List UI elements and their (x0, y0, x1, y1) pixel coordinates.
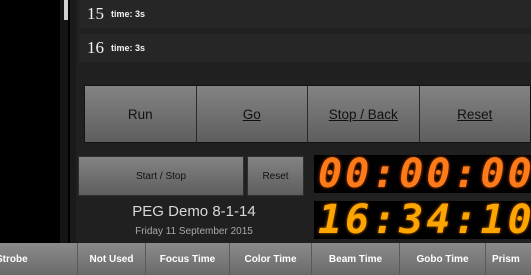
timer-controls: Start / Stop Reset (78, 156, 310, 196)
timer-reset-label: Reset (262, 170, 289, 182)
tab-label: Beam Time (328, 253, 383, 265)
scrollbar-thumb[interactable] (64, 0, 68, 20)
cue-row[interactable]: 15 time: 3s (79, 0, 531, 28)
stop-back-label: Stop / Back (328, 106, 398, 122)
tab-label: Strobe (0, 253, 28, 265)
tab-label: Prism (492, 253, 520, 265)
transport-controls: Run Go Stop / Back Reset (84, 85, 531, 143)
left-panel (0, 0, 60, 243)
scrollbar-track[interactable] (60, 0, 68, 243)
reset-button[interactable]: Reset (419, 86, 530, 142)
cue-time: time: 3s (111, 9, 146, 19)
tab-prism[interactable]: Prism (486, 243, 531, 275)
tab-beam-time[interactable]: Beam Time (312, 243, 400, 275)
tab-label: Focus Time (159, 253, 216, 265)
run-label: Run (127, 106, 153, 122)
tab-strobe[interactable]: Strobe (0, 243, 78, 275)
tab-label: Not Used (89, 253, 134, 265)
cue-number: 16 (87, 38, 104, 57)
show-date: Friday 11 September 2015 (135, 226, 253, 237)
tab-focus-time[interactable]: Focus Time (146, 243, 230, 275)
elapsed-timer-display: 00:00:00 (314, 155, 531, 193)
clock-display: 16:34:10 (314, 201, 531, 239)
go-button[interactable]: Go (196, 86, 308, 142)
run-button[interactable]: Run (85, 86, 197, 142)
go-label: Go (242, 106, 261, 122)
tab-label: Gobo Time (416, 253, 469, 265)
stop-back-button[interactable]: Stop / Back (308, 86, 420, 142)
cue-number: 15 (87, 4, 104, 23)
show-title: PEG Demo 8-1-14 (132, 203, 256, 220)
attribute-tab-bar: Strobe Not Used Focus Time Color Time Be… (0, 243, 531, 275)
tab-label: Color Time (244, 253, 297, 265)
tab-color-time[interactable]: Color Time (230, 243, 312, 275)
cue-time: time: 3s (111, 43, 146, 53)
timer-reset-button[interactable]: Reset (247, 156, 304, 196)
tab-gobo-time[interactable]: Gobo Time (400, 243, 486, 275)
tab-not-used[interactable]: Not Used (78, 243, 146, 275)
reset-label: Reset (457, 106, 493, 122)
timer-start-stop-button[interactable]: Start / Stop (78, 156, 244, 196)
cue-row[interactable]: 16 time: 3s (79, 34, 531, 62)
timer-start-stop-label: Start / Stop (135, 170, 187, 182)
